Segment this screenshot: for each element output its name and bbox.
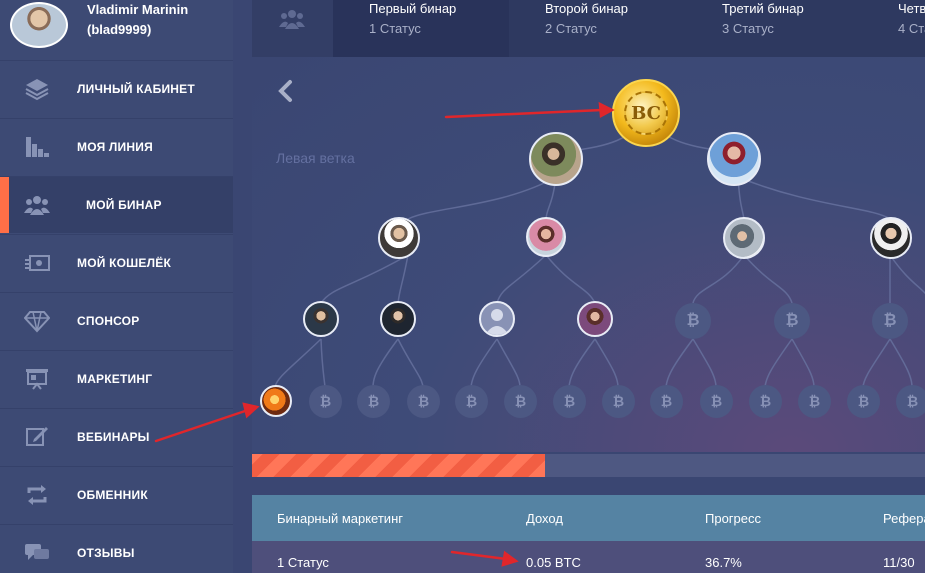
column-header: Доход [526,511,563,526]
table-cell: 11/30 [883,555,915,570]
active-indicator [0,177,9,233]
member-avatar-placeholder[interactable] [479,301,515,337]
column-header: Рефералы [883,511,925,526]
empty-slot[interactable]: ₿ [774,303,810,339]
presentation-icon [24,367,50,391]
progress-fill [252,454,545,477]
sidebar-item-sponsor[interactable]: СПОНСОР [0,292,233,349]
tab-title: Четвертый бинар [898,1,925,16]
tab-fourth-binary[interactable]: Четвертый бинар 4 Статус [861,0,925,57]
stats-table-header: Бинарный маркетинг Доход Прогресс Рефера… [252,495,925,541]
binary-tabs-bar: Первый бинар 1 Статус Второй бинар 2 Ста… [252,0,925,57]
edit-icon [24,425,50,449]
chat-icon [24,541,50,565]
sidebar-item-wallet[interactable]: МОЙ КОШЕЛЁК [0,234,233,291]
sidebar-item-webinars[interactable]: ВЕБИНАРЫ [0,408,233,465]
member-avatar[interactable] [303,301,339,337]
table-cell: 36.7% [705,555,742,570]
sidebar-item-marketing[interactable]: МАРКЕТИНГ [0,350,233,407]
sidebar-item-label: ВЕБИНАРЫ [77,430,150,444]
sidebar: Vladimir Marinin (blad9999) ЛИЧНЫЙ КАБИН… [0,0,233,573]
sidebar-item-label: МОЙ КОШЕЛЁК [77,256,171,270]
empty-slot[interactable]: ₿ [847,385,880,418]
profile-panel: Vladimir Marinin (blad9999) [0,0,233,60]
coin-logo-text: BC [631,103,661,124]
member-avatar[interactable] [529,132,583,186]
member-avatar[interactable] [723,217,765,259]
avatar[interactable] [10,2,68,48]
member-avatar[interactable] [378,217,420,259]
sidebar-item-label: МОЯ ЛИНИЯ [77,140,153,154]
sidebar-item-label: МАРКЕТИНГ [77,372,153,386]
profile-login: (blad9999) [87,22,152,37]
member-avatar[interactable] [870,217,912,259]
tab-title: Первый бинар [369,1,457,16]
empty-slot[interactable]: ₿ [553,385,586,418]
member-avatar[interactable] [380,301,416,337]
empty-slot[interactable]: ₿ [700,385,733,418]
tab-title: Второй бинар [545,1,628,16]
table-row: 1 Статус 0.05 BTC 36.7% 11/30 [252,541,925,573]
layers-icon [24,77,50,101]
table-cell: 0.05 BTC [526,555,581,570]
sidebar-item-my-line[interactable]: МОЯ ЛИНИЯ [0,118,233,175]
binary-progress-bar [252,454,925,477]
left-branch-label: Левая ветка [276,150,355,166]
exchange-icon [24,483,50,507]
empty-slot[interactable]: ₿ [455,385,488,418]
stairs-chart-icon [24,135,50,159]
tab-status: 4 Статус [898,21,925,36]
empty-slot[interactable]: ₿ [407,385,440,418]
sidebar-item-reviews[interactable]: ОТЗЫВЫ [0,524,233,573]
group-icon [24,193,50,217]
sidebar-item-cabinet[interactable]: ЛИЧНЫЙ КАБИНЕТ [0,60,233,117]
diamond-icon [23,309,51,333]
member-avatar[interactable] [260,385,292,417]
empty-slot[interactable]: ₿ [357,385,390,418]
empty-slot[interactable]: ₿ [798,385,831,418]
sidebar-item-label: ОТЗЫВЫ [77,546,135,560]
root-node-bitcoin-coin[interactable]: BC [612,79,680,147]
empty-slot[interactable]: ₿ [872,303,908,339]
sidebar-item-my-binary[interactable]: МОЙ БИНАР [0,176,233,233]
binary-tree: Левая ветка BC ₿ ₿ ₿ ₿ ₿ ₿ ₿ ₿ ₿ ₿ ₿ ₿ ₿… [252,57,925,452]
empty-slot[interactable]: ₿ [650,385,683,418]
binary-tabs-icon-cell [252,0,333,57]
table-cell: 1 Статус [277,555,329,570]
empty-slot[interactable]: ₿ [504,385,537,418]
column-header: Прогресс [705,511,762,526]
empty-slot[interactable]: ₿ [896,385,925,418]
wallet-cash-icon [24,251,50,275]
column-header: Бинарный маркетинг [277,511,403,526]
member-avatar[interactable] [577,301,613,337]
sidebar-item-exchanger[interactable]: ОБМЕННИК [0,466,233,523]
sidebar-item-label: ЛИЧНЫЙ КАБИНЕТ [77,82,195,96]
profile-name: Vladimir Marinin [87,2,189,17]
tab-first-binary[interactable]: Первый бинар 1 Статус [333,0,509,57]
tab-status: 1 Статус [369,21,421,36]
tab-title: Третий бинар [722,1,804,16]
empty-slot[interactable]: ₿ [675,303,711,339]
empty-slot[interactable]: ₿ [602,385,635,418]
member-avatar[interactable] [526,217,566,257]
member-avatar[interactable] [707,132,761,186]
empty-slot[interactable]: ₿ [309,385,342,418]
tab-status: 2 Статус [545,21,597,36]
empty-slot[interactable]: ₿ [749,385,782,418]
sidebar-item-label: СПОНСОР [77,314,140,328]
sidebar-item-label: МОЙ БИНАР [86,198,162,212]
sidebar-item-label: ОБМЕННИК [77,488,148,502]
back-chevron-icon[interactable] [276,79,296,103]
tab-third-binary[interactable]: Третий бинар 3 Статус [685,0,861,57]
tab-status: 3 Статус [722,21,774,36]
tab-second-binary[interactable]: Второй бинар 2 Статус [509,0,685,57]
